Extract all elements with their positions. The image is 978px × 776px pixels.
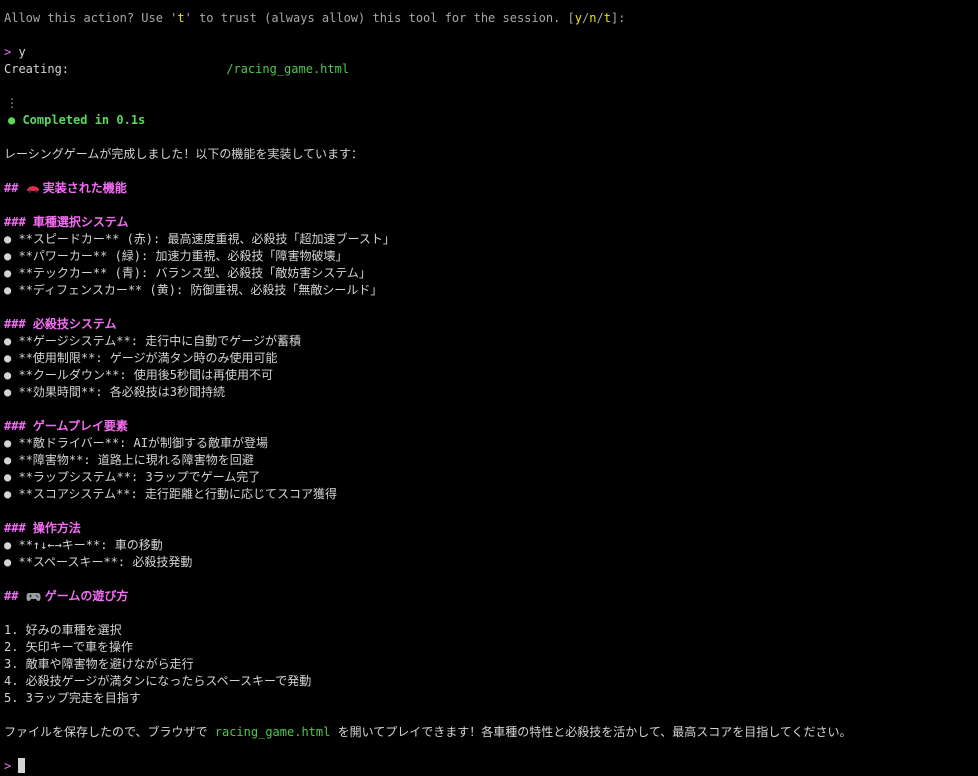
list-item: ● **ディフェンスカー** (黄): 防御重視、必殺技「無敵シールド」 [4,283,383,297]
permission-text: Allow this action? Use ' [4,11,178,25]
list-item: ● **ラップシステム**: 3ラップでゲーム完了 [4,470,261,484]
step-item: 5. 3ラップ完走を目指す [4,691,141,705]
list-item: ● **敵ドライバー**: AIが制御する敵車が登場 [4,436,269,450]
list-item: ● **パワーカー** (緑): 加速力重視、必殺技「障害物破壊」 [4,249,348,263]
trust-key: t [177,11,185,25]
section-heading: ### 必殺技システム [4,316,117,333]
heading-hash: ## [4,181,26,195]
list-item: ● **スペースキー**: 必殺技発動 [4,555,193,569]
list-item: ● **↑↓←→キー**: 車の移動 [4,538,163,552]
ellipsis-icon: ⋮ [6,96,18,110]
user-answer: y [18,45,26,59]
list-item: ● **障害物**: 道路上に現れる障害物を回避 [4,453,254,467]
section-heading: ### 操作方法 [4,520,81,537]
section-heading: ### ゲームプレイ要素 [4,418,128,435]
step-item: 2. 矢印キーで車を操作 [4,640,133,654]
completed-text: ● Completed in 0.1s [8,113,146,127]
progress-ellipsis: ⋮ [6,95,18,112]
section-title: ### ゲームプレイ要素 [4,419,128,433]
permission-text-2: ' to trust (always allow) this tool for … [184,11,575,25]
outro-filename: racing_game.html [214,725,331,739]
heading-text: 実装された機能 [42,181,127,195]
creating-line: Creating: /racing_game.html [4,61,349,78]
list-item: ● **テックカー** (青): バランス型、必殺技「敵妨害システム」 [4,266,371,280]
section-title: ### 必殺技システム [4,317,117,331]
gamepad-icon [26,593,41,601]
intro-text: レーシングゲームが完成しました！以下の機能を実装しています： [4,147,364,161]
option-separator: / [596,11,604,25]
heading-text: ゲームの遊び方 [44,589,129,603]
input-prompt-line[interactable]: > [4,758,26,775]
outro-after: を開いてプレイできます！各車種の特性と必殺技を活かして、最高スコアを目指してくだ… [330,725,852,739]
section-title: ### 車種選択システム [4,215,129,229]
race-car-icon [26,186,39,193]
option-yes[interactable]: y [575,11,582,25]
redacted-path [76,72,226,73]
list-item: ● **クールダウン**: 使用後5秒間は再使用不可 [4,368,274,382]
option-trust[interactable]: t [604,11,611,25]
user-input-line: > y [4,44,26,61]
list-item: ● **効果時間**: 各必殺技は3秒間持続 [4,385,226,399]
permission-prompt: Allow this action? Use 't' to trust (alw… [4,10,625,27]
prompt-symbol: > [4,759,12,773]
text-cursor[interactable] [18,758,26,773]
section-title: ### 操作方法 [4,521,81,535]
outro-text: ファイルを保存したので、ブラウザで racing_game.html を開いてプ… [4,724,852,741]
file-path: /racing_game.html [226,62,350,76]
heading-hash: ## [4,589,26,603]
list-item: ● **スピードカー** (赤): 最高速度重視、必殺技「超加速ブースト」 [4,232,395,246]
creating-label: Creating: [4,62,77,76]
step-item: 3. 敵車や障害物を避けながら走行 [4,657,194,671]
prompt-symbol: > [4,45,12,59]
step-item: 4. 必殺技ゲージが満タンになったらスペースキーで発動 [4,674,312,688]
list-item: ● **スコアシステム**: 走行距離と行動に応じてスコア獲得 [4,487,337,501]
list-item: ● **ゲージシステム**: 走行中に自動でゲージが蓄積 [4,334,301,348]
step-item: 1. 好みの車種を選択 [4,623,122,637]
permission-end: ]: [610,11,626,25]
list-item: ● **使用制限**: ゲージが満タン時のみ使用可能 [4,351,278,365]
completed-status: ● Completed in 0.1s [8,112,145,129]
section-heading: ### 車種選択システム [4,214,129,231]
features-heading: ## 実装された機能 [4,180,127,197]
outro-before: ファイルを保存したので、ブラウザで [4,725,215,739]
howto-heading: ## ゲームの遊び方 [4,588,128,605]
